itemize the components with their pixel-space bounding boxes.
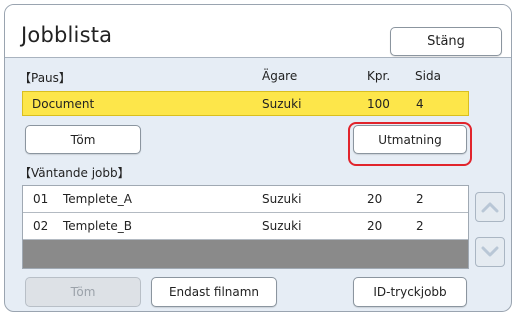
column-header-copies: Kpr.: [367, 69, 391, 83]
paused-job-name: Document: [32, 96, 95, 111]
paused-job-page: 4: [416, 96, 424, 111]
close-button[interactable]: Stäng: [390, 27, 502, 56]
waiting-job-row[interactable]: 02 Templete_B Suzuki 20 2: [23, 213, 468, 240]
clear-paused-button[interactable]: Töm: [25, 125, 141, 154]
paused-section-label: 【Paus】: [19, 71, 71, 85]
column-header-owner: Ägare: [262, 69, 298, 83]
page-title: Jobblista: [21, 23, 113, 47]
chevron-up-icon: [481, 202, 499, 213]
job-number: 02: [33, 219, 49, 233]
job-owner: Suzuki: [262, 219, 302, 233]
job-number: 01: [33, 192, 49, 206]
waiting-job-row[interactable]: 01 Templete_A Suzuki 20 2: [23, 186, 468, 213]
chevron-down-icon: [481, 246, 499, 257]
header-bar: Jobblista Stäng: [5, 5, 511, 58]
waiting-section-label: 【Väntande jobb】: [19, 166, 130, 180]
paused-job-copies: 100: [367, 96, 390, 111]
job-page: 2: [416, 192, 424, 206]
column-header-page: Sida: [415, 69, 441, 83]
clear-waiting-button[interactable]: Töm: [25, 277, 141, 307]
job-name: Templete_B: [63, 219, 133, 233]
job-list-screen: Jobblista Stäng 【Paus】 Ägare Kpr. Sida D…: [4, 4, 512, 312]
filename-only-button[interactable]: Endast filnamn: [151, 277, 277, 307]
waiting-job-list: 01 Templete_A Suzuki 20 2 02 Templete_B …: [22, 185, 469, 269]
eject-button[interactable]: Utmatning: [353, 125, 467, 154]
id-print-jobs-button[interactable]: ID-tryckjobb: [353, 277, 467, 307]
scroll-up-button[interactable]: [475, 192, 505, 222]
job-page: 2: [416, 219, 424, 233]
scroll-down-button[interactable]: [475, 237, 505, 267]
paused-job-owner: Suzuki: [262, 96, 302, 111]
job-name: Templete_A: [63, 192, 132, 206]
job-copies: 20: [367, 219, 383, 233]
job-copies: 20: [367, 192, 383, 206]
paused-job-row[interactable]: Document Suzuki 100 4: [22, 91, 469, 116]
job-owner: Suzuki: [262, 192, 302, 206]
